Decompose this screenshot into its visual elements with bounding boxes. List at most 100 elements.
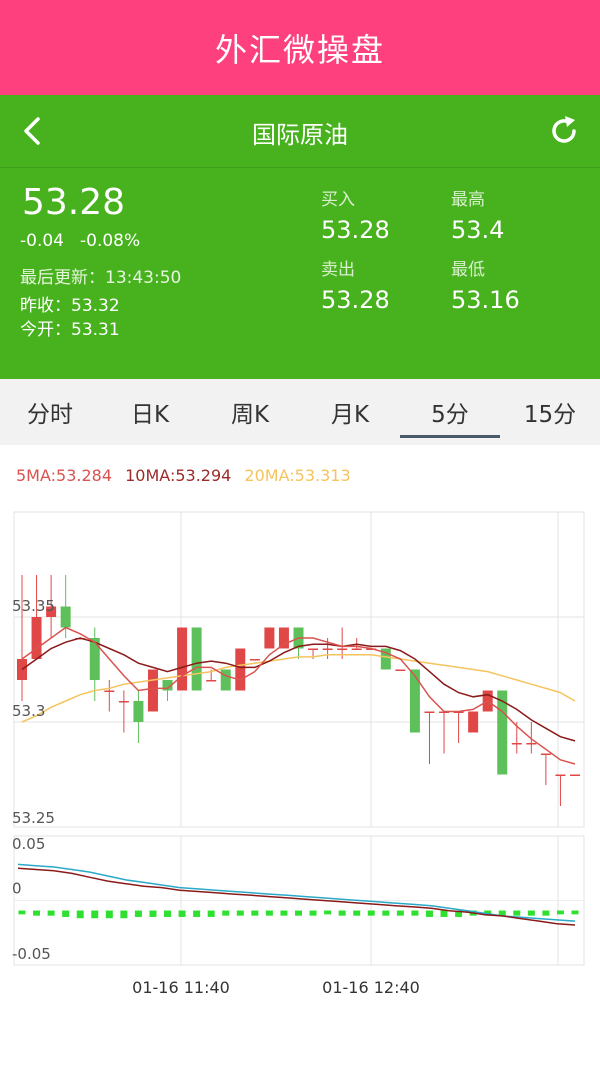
candle-body: [147, 669, 158, 712]
macd-bar: [76, 910, 84, 919]
ma10-value: 10MA:53.294: [125, 466, 232, 485]
macd-bar: [47, 910, 55, 916]
instrument-title: 国际原油: [252, 121, 348, 149]
candle-body: [526, 743, 537, 745]
candle: [395, 669, 406, 671]
tab-5min[interactable]: 5分: [400, 379, 500, 445]
candle: [147, 669, 158, 712]
ma-legend: 5MA:53.284 10MA:53.294 20MA:53.313: [16, 466, 359, 485]
price-change: -0.04 -0.08%: [20, 231, 140, 251]
ma5-value: 5MA:53.284: [16, 466, 113, 485]
tab-daily-k[interactable]: 日K: [100, 379, 200, 445]
prev-close: 昨收：53.32: [20, 291, 120, 316]
macd-bar: [440, 910, 448, 917]
macd-bar: [396, 910, 404, 916]
tab-timeshare[interactable]: 分时: [0, 379, 100, 445]
macd-lines: [17, 863, 576, 926]
macd-bar: [280, 910, 288, 916]
candle: [162, 680, 173, 701]
candle-body: [555, 774, 566, 776]
macd-bar: [33, 910, 41, 916]
refresh-icon[interactable]: [546, 113, 582, 149]
macd-bar: [425, 910, 433, 917]
candle-body: [177, 627, 188, 691]
candle: [540, 753, 551, 785]
candle-body: [206, 680, 217, 682]
macd-bar: [542, 910, 550, 916]
candle-body: [424, 711, 435, 713]
macd-tick-label: -0.05: [12, 945, 51, 963]
high-label: 最高: [451, 190, 485, 210]
candlestick-chart[interactable]: 53.3553.353.25 0.050-0.05 01-16 11:40 01-…: [0, 500, 600, 1020]
macd-bar: [134, 910, 142, 917]
candle-body: [220, 669, 231, 691]
open-value: 53.31: [71, 320, 120, 340]
price-tick-label: 53.25: [12, 809, 55, 827]
candle-body: [264, 627, 275, 649]
tab-monthly-k[interactable]: 月K: [300, 379, 400, 445]
buy-label: 买入: [321, 190, 355, 210]
macd-bar: [236, 910, 244, 916]
candle-body: [395, 669, 406, 671]
prev-close-value: 53.32: [71, 296, 120, 316]
candle-body: [249, 659, 260, 661]
price-tick-label: 53.3: [12, 702, 45, 720]
candle: [468, 711, 479, 733]
candle: [453, 711, 464, 743]
time-tick-label: 01-16 11:40: [132, 978, 230, 997]
nav-bar: 国际原油: [0, 95, 600, 167]
macd-bar: [324, 910, 332, 915]
candle: [555, 774, 566, 806]
macd-bar: [309, 910, 317, 916]
candle: [191, 627, 202, 691]
low-label: 最低: [451, 260, 485, 280]
app-title: 外汇微操盘: [214, 30, 385, 69]
prev-close-label: 昨收：: [20, 296, 71, 316]
app-title-bar: 外汇微操盘: [0, 0, 600, 95]
macd-bar: [513, 910, 521, 916]
last-updated-label: 最后更新：: [20, 268, 105, 288]
quote-panel: 53.28 -0.04 -0.08% 最后更新：13:43:50 昨收：53.32…: [0, 167, 600, 379]
macd-bar: [556, 910, 564, 915]
macd-tick-label: 0: [12, 880, 22, 898]
macd-tick-label: 0.05: [12, 835, 45, 853]
buy-value: 53.28: [321, 216, 390, 244]
candle-body: [133, 701, 144, 722]
candle: [177, 627, 188, 691]
macd-grid: [13, 835, 585, 966]
macd-bar: [222, 910, 230, 916]
tab-15min[interactable]: 15分: [500, 379, 600, 445]
candle-body: [60, 606, 71, 628]
change-value: -0.04: [20, 231, 64, 251]
macd-bar: [207, 910, 215, 917]
candle: [409, 669, 420, 733]
macd-bar: [411, 910, 419, 916]
macd-bar: [120, 910, 128, 919]
change-percent: -0.08%: [80, 231, 141, 251]
candle-body: [511, 743, 522, 745]
macd-bar: [193, 910, 201, 917]
candle: [424, 711, 435, 764]
macd-bar: [164, 910, 172, 917]
candle-body: [191, 627, 202, 691]
macd-bar: [251, 910, 259, 916]
candle: [118, 690, 129, 733]
candle-body: [337, 648, 348, 650]
tab-weekly-k[interactable]: 周K: [200, 379, 300, 445]
candle: [17, 575, 27, 701]
candle-body: [322, 648, 333, 650]
ma20-value: 20MA:53.313: [244, 466, 351, 485]
candle-body: [104, 690, 115, 692]
macd-bar: [527, 910, 535, 916]
price-tick-label: 53.35: [12, 597, 55, 615]
candles: [17, 575, 580, 806]
sell-value: 53.28: [321, 286, 390, 314]
candle: [133, 690, 144, 743]
macd-bar: [62, 910, 70, 917]
candle: [235, 648, 246, 691]
candle-body: [570, 774, 580, 776]
candle-body: [278, 627, 289, 649]
macd-bar: [18, 910, 26, 915]
sell-label: 卖出: [321, 260, 355, 280]
macd-bar: [295, 910, 302, 916]
